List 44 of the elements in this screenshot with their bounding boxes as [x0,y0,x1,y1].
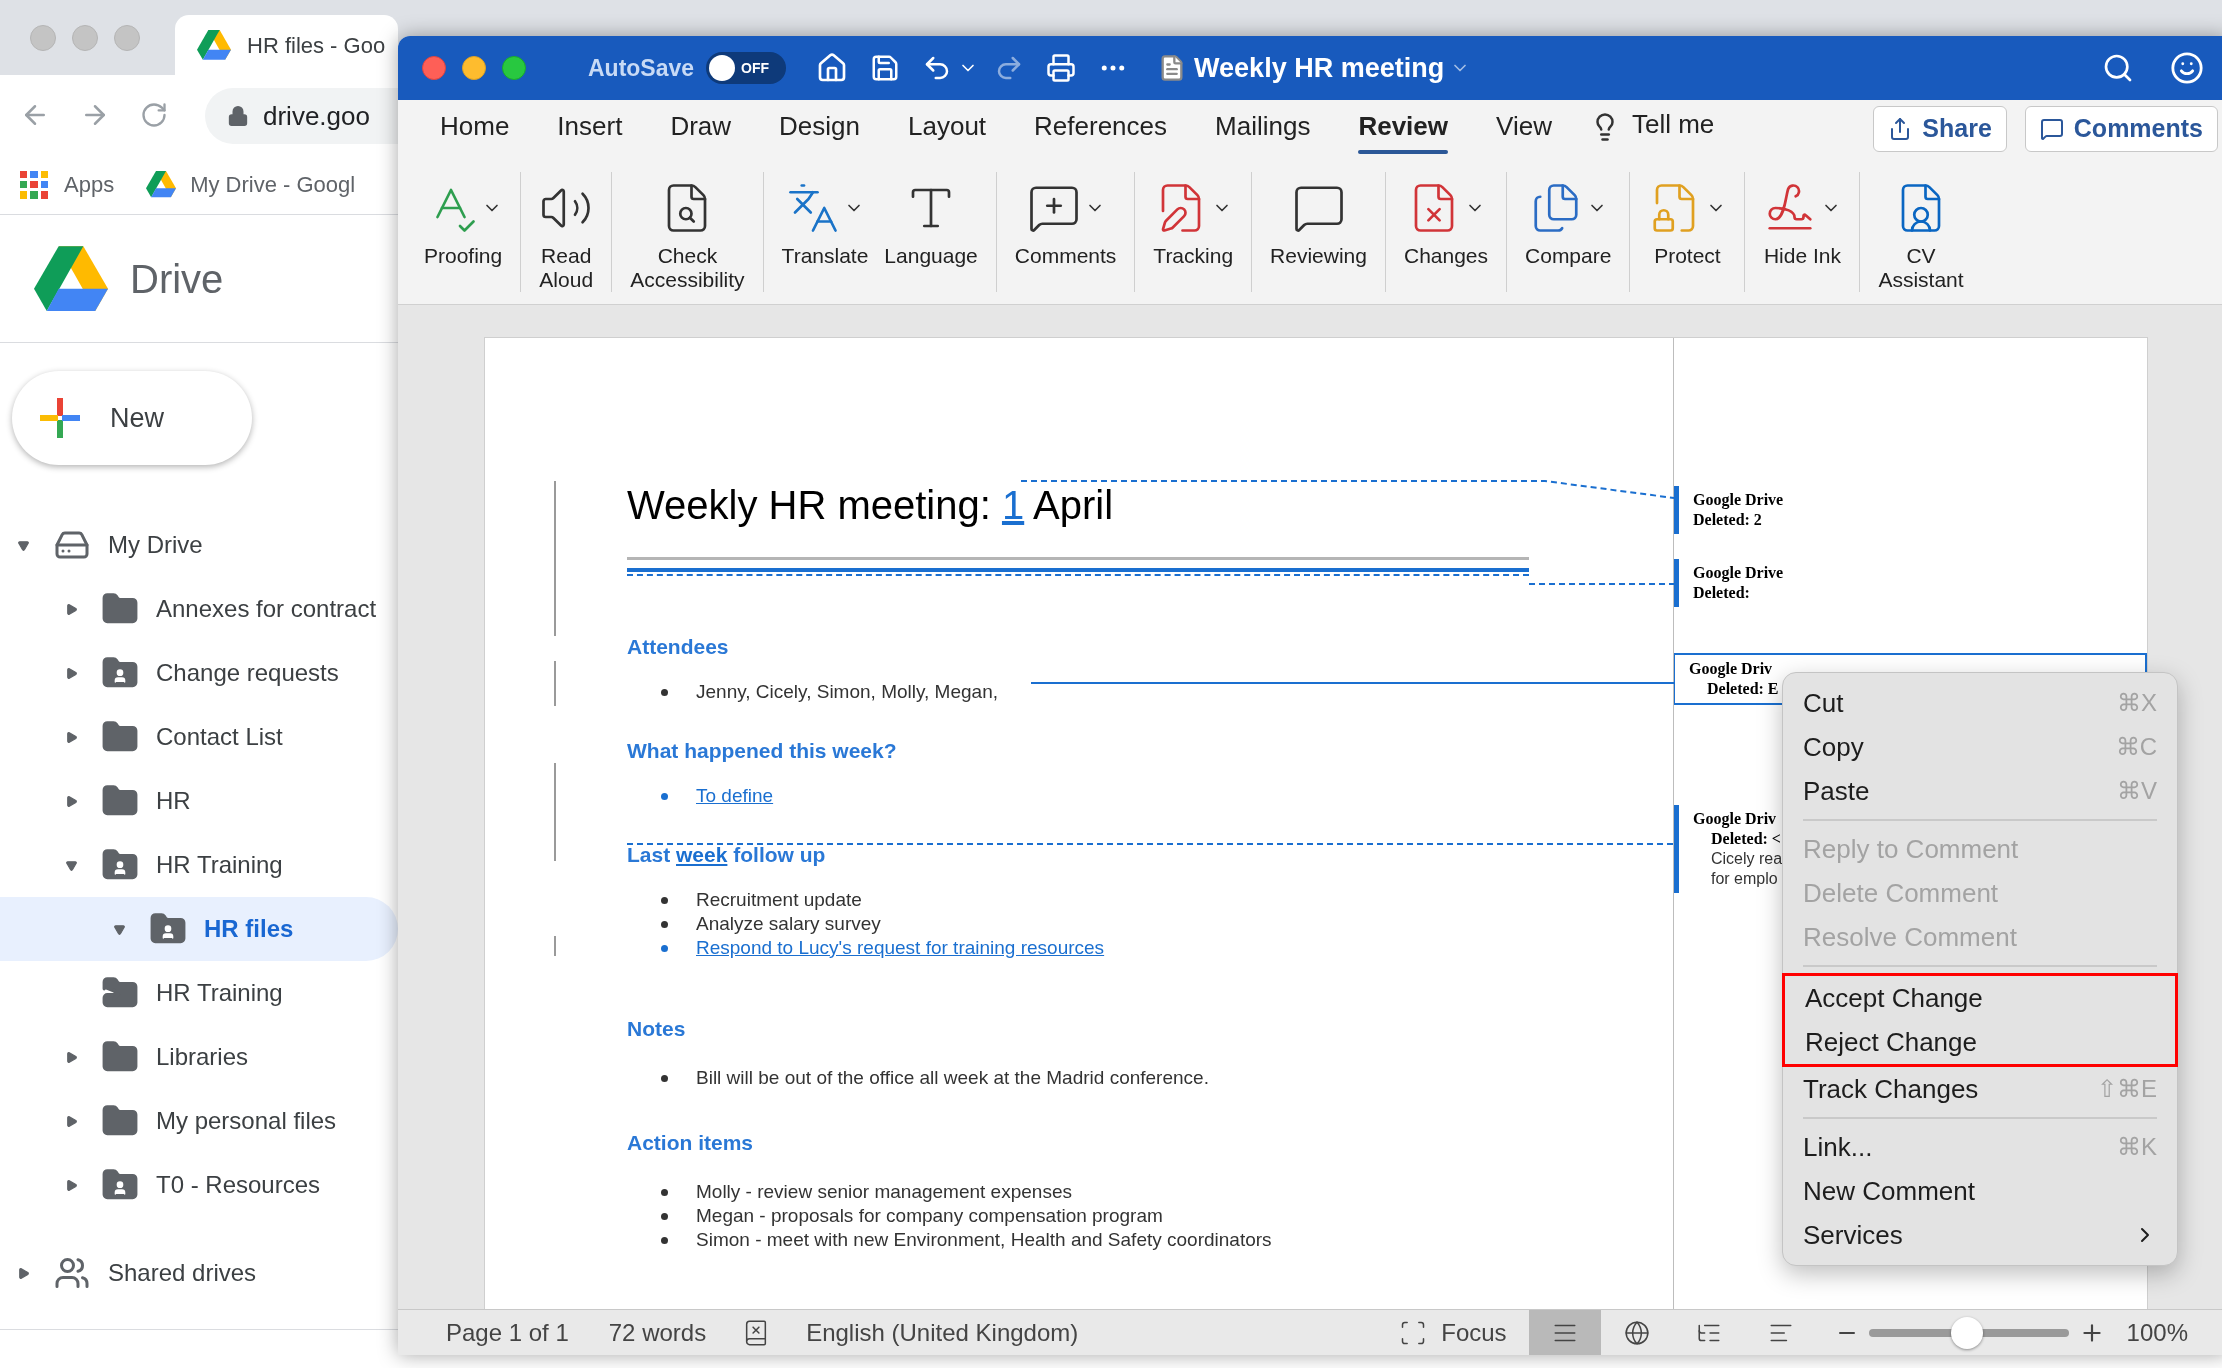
tree-item-label: HR files [204,914,294,944]
balloon-text: Deleted: [1693,583,1750,603]
tree-item-label: My Drive [108,530,203,560]
balloon-author: Google Driv [1693,809,1777,829]
list-item-text: Simon - meet with new Environment, Health and Safety coordinators [696,1227,1272,1252]
tree-item-label: T0 - Resources [156,1170,321,1200]
tree-item-label: Change requests [156,658,339,688]
section-heading: Attendees [627,634,729,660]
balloon-text: Deleted: 2 [1693,510,1762,530]
balloon-text: Deleted: < [1710,829,1781,849]
list-item-text: Jenny, Cicely, Simon, Molly, Megan, [696,679,998,704]
balloon-text: Deleted: E [1706,679,1779,699]
tree-item-label: Libraries [156,1042,249,1072]
balloon-note: for emplo [1711,869,1778,889]
balloon-author: Google Drive [1693,490,1784,510]
tree-item-label: My personal files [156,1106,337,1136]
tree-item-label: Annexes for contract [156,594,377,624]
balloon-note: Cicely rea [1711,849,1783,869]
tree-item-label: HR [156,786,191,816]
list-item-text: To define [696,783,774,808]
list-item-text: Megan - proposals for company compensation program [696,1203,1163,1228]
list-item-text: Recruitment update [696,887,862,912]
list-item-text: Molly - review senior management expenses [696,1179,1072,1204]
shortcut-label: ⌘C [2115,732,2157,762]
balloon-author: Google Driv [1689,659,1773,679]
section-heading: What happened this week? [627,738,897,764]
section-heading: Action items [627,1130,754,1156]
shortcut-label: ⌘K [2117,1132,2157,1162]
drive-logo-text: Drive [130,255,224,303]
list-item-text: Analyze salary survey [696,911,881,936]
tree-item-label: Shared drives [108,1258,257,1288]
balloon-author: Google Drive [1693,563,1784,583]
section-heading: Last week follow up [627,842,826,868]
shortcut-label: ⇧⌘E [2097,1074,2157,1104]
list-item-text: Bill will be out of the office all week at the Madrid conference. [696,1065,1209,1090]
section-heading: Notes [627,1016,686,1042]
list-item-text: Respond to Lucy's request for training resources [696,935,1105,960]
shortcut-label: ⌘X [2117,688,2157,718]
tree-item-label: HR Training [156,978,283,1008]
autosave-label: AutoSave [588,53,695,83]
shortcut-label: ⌘V [2117,776,2157,806]
document-title-text: Weekly HR meeting: 1 April [627,482,1114,529]
tree-item-label: Contact List [156,722,283,752]
tree-item-label: HR Training [156,850,283,880]
